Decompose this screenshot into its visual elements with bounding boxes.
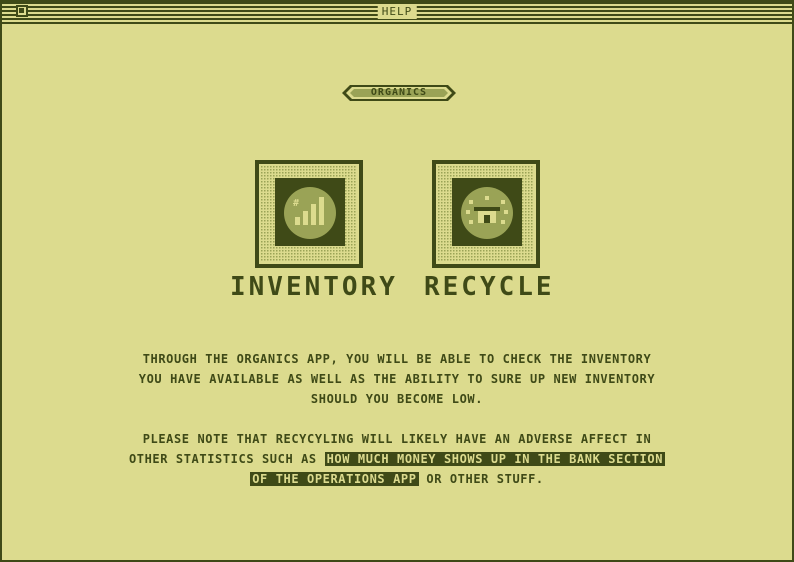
note-line: PLEASE NOTE THAT RECYCYLING WILL LIKELY … [142,432,652,446]
note-line: OTHER STATISTICS SUCH AS HOW MUCH MONEY … [100,449,694,469]
window-title: HELP [377,5,417,19]
recycle-label: RECYCLE [424,272,555,302]
note-text: OTHER STATISTICS SUCH AS [128,452,325,466]
close-box-icon[interactable] [16,5,28,17]
note-paragraph: PLEASE NOTE THAT RECYCYLING WILL LIKELY … [100,429,694,489]
bar-chart-icon: # [255,160,363,268]
description-paragraph: THROUGH THE ORGANICS APP, YOU WILL BE AB… [100,349,694,409]
highlighted-text: HOW MUCH MONEY SHOWS UP IN THE BANK SECT… [324,452,666,466]
note-text: OR OTHER STUFF. [418,472,544,486]
title-bar[interactable]: HELP [2,2,792,24]
description-line: YOU HAVE AVAILABLE AS WELL AS THE ABILIT… [138,372,656,386]
description-line: THROUGH THE ORGANICS APP, YOU WILL BE AB… [142,352,652,366]
inventory-label: INVENTORY [230,272,398,302]
recycle-app-button[interactable] [432,160,540,268]
svg-text:#: # [293,198,299,209]
section-label: ORGANICS [370,87,428,98]
description-line: SHOULD YOU BECOME LOW. [310,392,484,406]
note-line: OF THE OPERATIONS APP OR OTHER STUFF. [100,469,694,489]
section-label-badge: ORGANICS [342,83,456,103]
recycle-icon [432,160,540,268]
inventory-app-button[interactable]: # [255,160,363,268]
highlighted-text: OF THE OPERATIONS APP [250,472,419,486]
